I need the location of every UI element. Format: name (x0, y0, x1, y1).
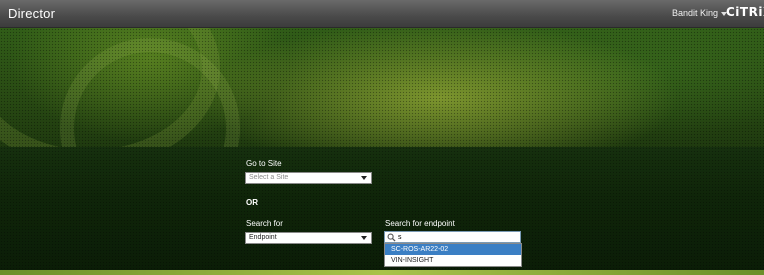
search-results-list: SC-ROS-AR22-02 VIN-INSIGHT (384, 243, 522, 267)
form-panel-background (0, 147, 764, 270)
endpoint-search-input[interactable] (396, 232, 516, 242)
list-item[interactable]: SC-ROS-AR22-02 (385, 244, 521, 255)
search-for-label: Search for (246, 219, 283, 228)
search-for-value: Endpoint (249, 234, 277, 241)
citrix-logo: CiTRiX (726, 5, 764, 19)
list-item[interactable]: VIN-INSIGHT (385, 255, 521, 266)
top-bar: Director Bandit King CiTRiX (0, 0, 764, 28)
site-select[interactable]: Select a Site (245, 172, 372, 184)
or-label: OR (246, 198, 258, 207)
go-to-site-label: Go to Site (246, 159, 282, 168)
site-select-value: Select a Site (249, 174, 289, 181)
decorative-swirl (0, 28, 220, 147)
search-icon (387, 233, 396, 242)
endpoint-search-box[interactable] (384, 231, 521, 243)
hero-background (0, 28, 764, 147)
search-for-select[interactable]: Endpoint (245, 232, 372, 244)
decorative-swirl (60, 38, 240, 147)
chevron-down-icon (361, 236, 367, 240)
user-menu[interactable]: Bandit King (672, 8, 728, 18)
bottom-strip (0, 270, 764, 275)
app-title: Director (8, 6, 56, 21)
user-name: Bandit King (672, 8, 719, 18)
search-endpoint-label: Search for endpoint (385, 219, 455, 228)
chevron-down-icon (361, 176, 367, 180)
